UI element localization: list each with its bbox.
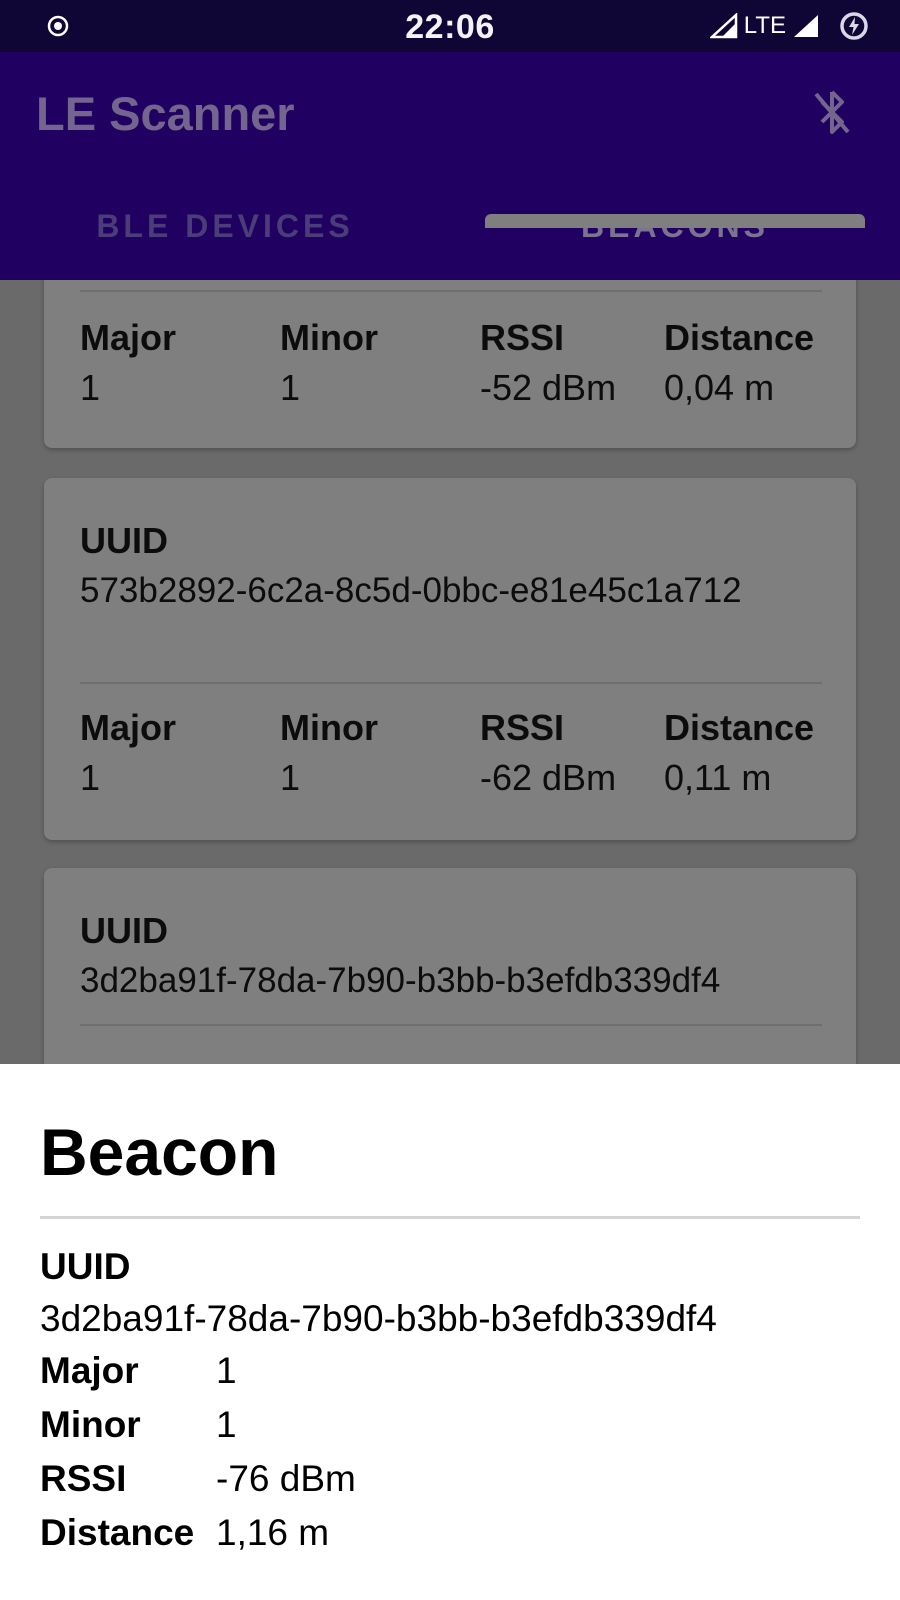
minor-stat: Minor 1 (280, 706, 378, 806)
signal-icon (709, 13, 738, 39)
app-title: LE Scanner (36, 87, 295, 140)
card-divider (80, 290, 822, 292)
status-bar: 22:06 LTE (0, 0, 900, 52)
rssi-label: RSSI (480, 317, 565, 358)
tab-indicator (485, 214, 865, 228)
signal-full-icon (794, 15, 818, 37)
tab-ble-devices[interactable]: BLE DEVICES (0, 202, 450, 280)
sheet-major-value: 1 (216, 1350, 237, 1391)
sheet-divider (40, 1216, 860, 1219)
major-value: 1 (80, 367, 101, 408)
distance-label: Distance (664, 317, 815, 358)
major-label: Major (80, 707, 177, 748)
sheet-uuid-label: UUID (40, 1246, 131, 1287)
major-label: Major (80, 317, 177, 358)
sheet-minor-label: Minor (40, 1404, 141, 1445)
minor-stat: Minor 1 (280, 316, 378, 416)
rssi-value: -62 dBm (480, 757, 617, 798)
beacon-card[interactable]: UUID 573b2892-6c2a-8c5d-0bbc-e81e45c1a71… (44, 478, 856, 840)
sheet-minor-value: 1 (216, 1404, 237, 1445)
minor-value: 1 (280, 367, 301, 408)
major-stat: Major 1 (80, 316, 176, 416)
status-icons: LTE (709, 10, 870, 42)
uuid-label: UUID (80, 520, 168, 561)
distance-stat: Distance 0,11 m (664, 706, 814, 806)
sheet-distance-label: Distance (40, 1512, 195, 1553)
uuid-value: 3d2ba91f-78da-7b90-b3bb-b3efdb339df4 (80, 961, 721, 1000)
uuid-value: 573b2892-6c2a-8c5d-0bbc-e81e45c1a712 (80, 571, 742, 610)
sheet-rssi-value: -76 dBm (216, 1458, 356, 1499)
bluetooth-disabled-icon[interactable] (810, 86, 854, 138)
card-divider (80, 682, 822, 684)
rssi-value: -52 dBm (480, 367, 617, 408)
sheet-distance-value: 1,16 m (216, 1512, 330, 1553)
beacon-detail-sheet: Beacon UUID 3d2ba91f-78da-7b90-b3bb-b3ef… (0, 1064, 900, 1600)
sheet-row-major: Major 1 (40, 1350, 840, 1404)
sheet-title: Beacon (40, 1115, 279, 1189)
major-value: 1 (80, 757, 101, 798)
battery-charging-icon (840, 12, 868, 40)
distance-value: 0,04 m (664, 367, 775, 408)
sheet-uuid-value: 3d2ba91f-78da-7b90-b3bb-b3efdb339df4 (40, 1298, 717, 1339)
minor-value: 1 (280, 757, 301, 798)
rssi-stat: RSSI -62 dBm (480, 706, 616, 806)
sheet-row-rssi: RSSI -76 dBm (40, 1458, 840, 1512)
app-bar: LE Scanner BLE DEVICES BEACONS (0, 52, 900, 280)
beacon-card[interactable]: Major 1 Minor 1 RSSI -52 dBm Distance 0,… (44, 280, 856, 448)
screen: 22:06 LTE LE Scanner BLE DEVICES Major 1… (0, 0, 900, 1600)
rssi-label: RSSI (480, 707, 565, 748)
beacon-list[interactable]: Major 1 Minor 1 RSSI -52 dBm Distance 0,… (0, 280, 900, 1064)
distance-value: 0,11 m (664, 757, 772, 798)
sheet-major-label: Major (40, 1350, 139, 1391)
major-stat: Major 1 (80, 706, 176, 806)
beacon-card[interactable]: UUID 3d2ba91f-78da-7b90-b3bb-b3efdb339df… (44, 868, 856, 1064)
card-divider (80, 1024, 822, 1026)
network-type: LTE (743, 12, 786, 39)
minor-label: Minor (280, 707, 378, 748)
sheet-row-minor: Minor 1 (40, 1404, 840, 1458)
sheet-row-distance: Distance 1,16 m (40, 1512, 840, 1566)
sheet-rssi-label: RSSI (40, 1458, 127, 1499)
uuid-label: UUID (80, 910, 168, 951)
beacon-stats: Major 1 Minor 1 RSSI -52 dBm Distance 0,… (80, 316, 840, 426)
rssi-stat: RSSI -52 dBm (480, 316, 616, 416)
distance-label: Distance (664, 707, 815, 748)
minor-label: Minor (280, 317, 378, 358)
beacon-stats: Major 1 Minor 1 RSSI -62 dBm Distance 0,… (80, 706, 840, 816)
distance-stat: Distance 0,04 m (664, 316, 814, 416)
